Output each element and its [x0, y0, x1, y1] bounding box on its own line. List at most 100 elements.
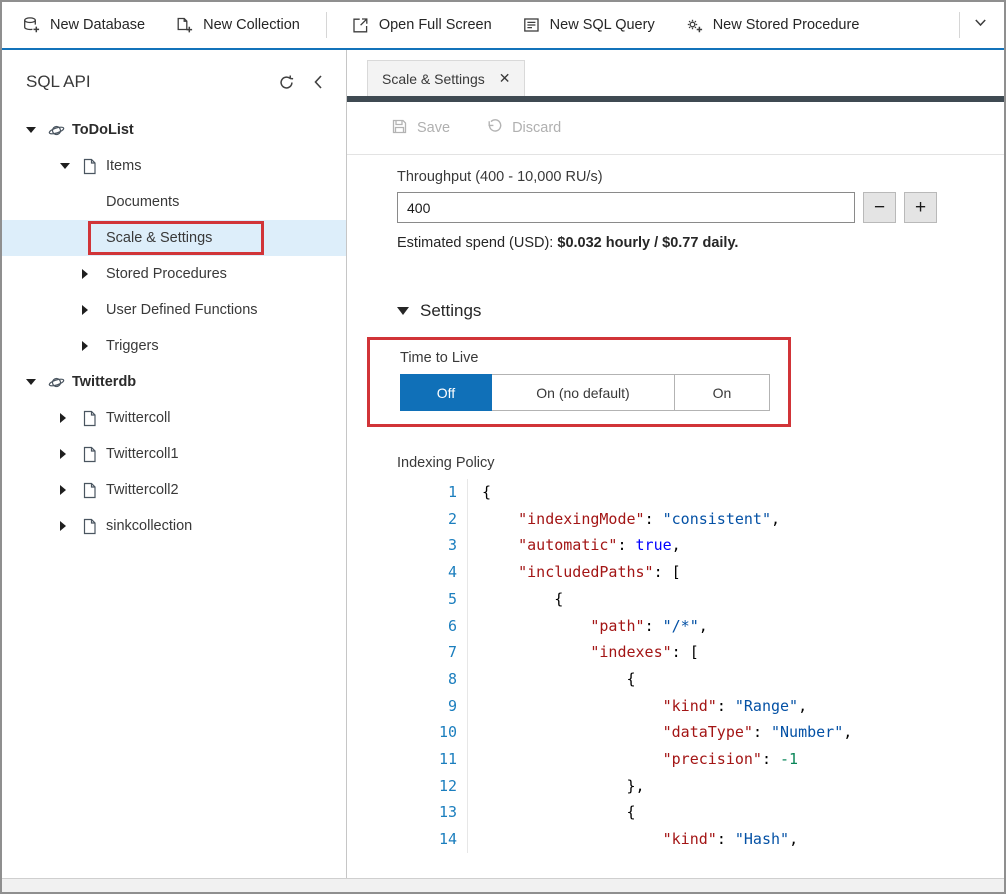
ttl-option-on[interactable]: On — [674, 374, 770, 411]
collection-icon — [82, 518, 104, 535]
command-bar-divider — [326, 12, 327, 38]
new-stored-procedure-button[interactable]: New Stored Procedure — [685, 16, 860, 35]
throughput-label: Throughput (400 - 10,000 RU/s) — [397, 169, 1004, 185]
new-database-button[interactable]: New Database — [22, 16, 145, 35]
collection-icon — [82, 158, 104, 175]
line-number: 13 — [397, 799, 457, 826]
collapsed-arrow-icon[interactable] — [60, 413, 82, 423]
tab-scale-settings[interactable]: Scale & Settings ✕ — [367, 60, 525, 96]
refresh-icon[interactable] — [278, 74, 295, 91]
sidebar-title: SQL API — [26, 72, 278, 92]
horizontal-scrollbar[interactable] — [2, 878, 1004, 892]
throughput-increase-button[interactable]: + — [904, 192, 937, 223]
tree-node-twittercoll2[interactable]: Twittercoll2 — [2, 472, 346, 508]
new-collection-label: New Collection — [203, 17, 300, 33]
expanded-arrow-icon[interactable] — [26, 127, 48, 133]
tree-node-twittercoll1[interactable]: Twittercoll1 — [2, 436, 346, 472]
sidebar: SQL API ToDoListItemsDocuments Scale & Se… — [2, 50, 347, 878]
code-line: "kind": "Range", — [482, 693, 1004, 720]
code-line: "indexes": [ — [482, 639, 1004, 666]
tree-node-scale-settings[interactable]: Scale & Settings — [2, 220, 346, 256]
chevron-down-icon[interactable] — [973, 15, 988, 35]
fullscreen-icon — [351, 16, 370, 35]
collection-icon — [82, 446, 104, 463]
code-line: "dataType": "Number", — [482, 719, 1004, 746]
tree-node-label: Twittercoll1 — [104, 446, 179, 462]
sidebar-header: SQL API — [2, 50, 346, 92]
indexing-policy-editor[interactable]: 1234567891011121314 { "indexingMode": "c… — [397, 479, 1004, 853]
editor-code: { "indexingMode": "consistent", "automat… — [467, 479, 1004, 853]
data-explorer-window: New Database New Collection Open Full Scre… — [0, 0, 1006, 894]
tree-node-label: Stored Procedures — [104, 266, 227, 282]
code-line: "path": "/*", — [482, 613, 1004, 640]
estimated-spend: Estimated spend (USD): $0.032 hourly / $… — [397, 235, 1004, 251]
tree-node-label: Scale & Settings — [104, 230, 212, 246]
database-plus-icon — [22, 16, 41, 35]
document-toolbar: Save Discard — [347, 102, 1004, 155]
settings-header-label: Settings — [420, 301, 481, 321]
tree-node-user-defined-functions[interactable]: User Defined Functions — [2, 292, 346, 328]
tree-node-todolist[interactable]: ToDoList — [2, 112, 346, 148]
tree-node-twitterdb[interactable]: Twitterdb — [2, 364, 346, 400]
line-number: 4 — [397, 559, 457, 586]
editor-gutter: 1234567891011121314 — [397, 479, 457, 853]
tree-node-label: sinkcollection — [104, 518, 192, 534]
code-line: "precision": -1 — [482, 746, 1004, 773]
open-full-screen-button[interactable]: Open Full Screen — [351, 16, 492, 35]
collapsed-arrow-icon[interactable] — [82, 341, 104, 351]
new-database-label: New Database — [50, 17, 145, 33]
database-icon — [48, 374, 70, 391]
new-collection-button[interactable]: New Collection — [175, 16, 300, 35]
tree-node-items[interactable]: Items — [2, 148, 346, 184]
gear-plus-icon — [685, 16, 704, 35]
code-line: "indexingMode": "consistent", — [482, 506, 1004, 533]
expand-arrow-icon — [397, 307, 409, 315]
ttl-option-on-no-default[interactable]: On (no default) — [491, 374, 675, 411]
tree-node-label: User Defined Functions — [104, 302, 258, 318]
command-bar-overflow — [959, 12, 1004, 38]
ttl-segmented-control: OffOn (no default)On — [400, 374, 770, 411]
settings-section-header[interactable]: Settings — [397, 301, 1004, 321]
collapsed-arrow-icon[interactable] — [82, 269, 104, 279]
tree-node-documents[interactable]: Documents — [2, 184, 346, 220]
code-line: }, — [482, 773, 1004, 800]
line-number: 12 — [397, 773, 457, 800]
line-number: 2 — [397, 506, 457, 533]
collapsed-arrow-icon[interactable] — [60, 521, 82, 531]
line-number: 5 — [397, 586, 457, 613]
tree-node-twittercoll[interactable]: Twittercoll — [2, 400, 346, 436]
resource-tree: ToDoListItemsDocuments Scale & Settings St… — [2, 112, 346, 544]
throughput-input[interactable] — [397, 192, 855, 223]
code-line: "kind": "Hash", — [482, 826, 1004, 853]
ttl-option-off[interactable]: Off — [400, 374, 492, 411]
command-bar: New Database New Collection Open Full Scre… — [2, 2, 1004, 50]
throughput-decrease-button[interactable]: − — [863, 192, 896, 223]
line-number: 7 — [397, 639, 457, 666]
tree-node-triggers[interactable]: Triggers — [2, 328, 346, 364]
database-icon — [48, 122, 70, 139]
code-line: "automatic": true, — [482, 532, 1004, 559]
tree-node-label: Twittercoll — [104, 410, 170, 426]
expanded-arrow-icon[interactable] — [26, 379, 48, 385]
scale-settings-content: Throughput (400 - 10,000 RU/s) − + Estim… — [347, 155, 1004, 878]
annotation-box-time-to-live: Time to Live OffOn (no default)On — [367, 337, 791, 427]
command-bar-divider — [959, 12, 960, 38]
collapsed-arrow-icon[interactable] — [60, 449, 82, 459]
tree-node-label: Triggers — [104, 338, 159, 354]
collapsed-arrow-icon[interactable] — [60, 485, 82, 495]
new-sql-query-button[interactable]: New SQL Query — [522, 16, 655, 35]
sql-query-icon — [522, 16, 541, 35]
discard-button[interactable]: Discard — [486, 118, 561, 139]
tree-node-stored-procedures[interactable]: Stored Procedures — [2, 256, 346, 292]
close-tab-icon[interactable]: ✕ — [499, 70, 511, 87]
collapsed-arrow-icon[interactable] — [82, 305, 104, 315]
command-bar-items: New Database New Collection Open Full Scre… — [22, 2, 889, 48]
save-button[interactable]: Save — [391, 118, 450, 139]
line-number: 14 — [397, 826, 457, 853]
line-number: 3 — [397, 532, 457, 559]
ttl-label: Time to Live — [400, 350, 770, 366]
tree-node-sinkcollection[interactable]: sinkcollection — [2, 508, 346, 544]
collapse-sidebar-icon[interactable] — [311, 74, 326, 90]
expanded-arrow-icon[interactable] — [60, 163, 82, 169]
code-line: { — [482, 586, 1004, 613]
